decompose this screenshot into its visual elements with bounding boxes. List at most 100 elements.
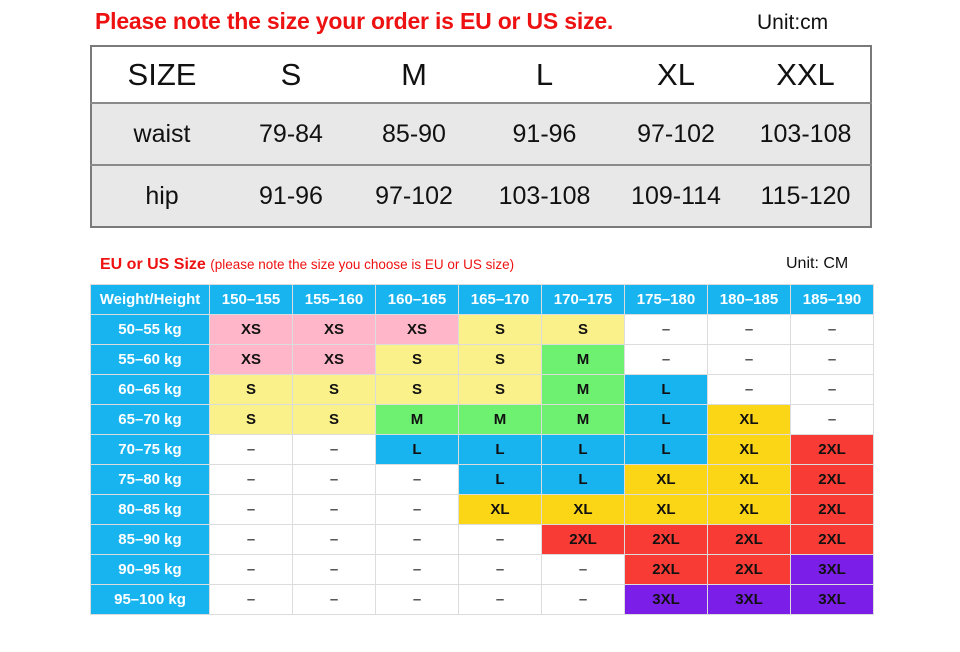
matrix-cell-r9-c3: –: [376, 555, 458, 584]
matrix-cell-r2-c1: XS: [210, 345, 292, 374]
matrix-cell-r4-c5: M: [542, 405, 624, 434]
matrix-cell-r5-c8: 2XL: [791, 435, 873, 464]
matrix-cell-r9-c8: 3XL: [791, 555, 873, 584]
matrix-row: 90–95 kg – – – – –2XL 2XL 3XL: [91, 555, 873, 584]
matrix-height-header-1: 150–155: [210, 285, 292, 314]
matrix-weight-label-1: 50–55 kg: [91, 315, 209, 344]
matrix-cell-r8-c6: 2XL: [625, 525, 707, 554]
matrix-cell-r10-c8: 3XL: [791, 585, 873, 614]
matrix-cell-r4-c3: M: [376, 405, 458, 434]
notice-bar: Please note the size your order is EU or…: [0, 8, 960, 38]
matrix-row: 85–90 kg – – – –2XL 2XL 2XL 2XL: [91, 525, 873, 554]
matrix-header-row: Weight/Height 150–155 155–160 160–165 165–17…: [91, 285, 873, 314]
hip-value-l: 103-108: [478, 165, 611, 227]
matrix-cell-r6-c2: –: [293, 465, 375, 494]
matrix-weight-label-8: 85–90 kg: [91, 525, 209, 554]
matrix-cell-r4-c7: XL: [708, 405, 790, 434]
matrix-cell-r2-c3: S: [376, 345, 458, 374]
matrix-cell-r1-c5: S: [542, 315, 624, 344]
size-table-header-m: M: [350, 46, 478, 104]
matrix-cell-r3-c3: S: [376, 375, 458, 404]
matrix-weight-label-4: 65–70 kg: [91, 405, 209, 434]
matrix-cell-r3-c2: S: [293, 375, 375, 404]
matrix-cell-r10-c6: 3XL: [625, 585, 707, 614]
row-label-waist: waist: [91, 103, 232, 166]
matrix-height-header-7: 180–185: [708, 285, 790, 314]
hip-value-xxl: 115-120: [741, 165, 871, 227]
matrix-cell-r10-c5: –: [542, 585, 624, 614]
eu-us-size-caption: EU or US Size (please note the size you …: [100, 256, 514, 274]
matrix-cell-r4-c2: S: [293, 405, 375, 434]
matrix-corner-label: Weight/Height: [91, 285, 209, 314]
matrix-cell-r7-c5: XL: [542, 495, 624, 524]
matrix-cell-r9-c7: 2XL: [708, 555, 790, 584]
matrix-row: 60–65 kg S S S S M L – –: [91, 375, 873, 404]
unit-label-top: Unit:cm: [757, 11, 829, 34]
hip-value-m: 97-102: [350, 165, 478, 227]
matrix-cell-r1-c4: S: [459, 315, 541, 344]
matrix-cell-r7-c4: XL: [459, 495, 541, 524]
matrix-weight-label-10: 95–100 kg: [91, 585, 209, 614]
matrix-weight-label-7: 80–85 kg: [91, 495, 209, 524]
matrix-height-header-5: 170–175: [542, 285, 624, 314]
size-table-header-row: SIZE S M L XL XXL: [91, 46, 871, 104]
hip-value-xl: 109-114: [611, 165, 741, 227]
matrix-cell-r9-c1: –: [210, 555, 292, 584]
size-table-row-waist: waist 79-84 85-90 91-96 97-102 103-108: [91, 103, 871, 166]
matrix-weight-label-3: 60–65 kg: [91, 375, 209, 404]
matrix-cell-r4-c4: M: [459, 405, 541, 434]
matrix-cell-r3-c6: L: [625, 375, 707, 404]
matrix-cell-r6-c5: L: [542, 465, 624, 494]
matrix-height-header-3: 160–165: [376, 285, 458, 314]
size-table-row-hip: hip 91-96 97-102 103-108 109-114 115-120: [91, 165, 871, 227]
weight-height-size-matrix: Weight/Height 150–155 155–160 160–165 165–17…: [90, 284, 874, 615]
matrix-cell-r6-c3: –: [376, 465, 458, 494]
size-table-header-xxl: XXL: [741, 46, 871, 104]
matrix-cell-r1-c7: –: [708, 315, 790, 344]
matrix-cell-r5-c5: L: [542, 435, 624, 464]
matrix-cell-r6-c8: 2XL: [791, 465, 873, 494]
unit-label-bottom: Unit: CM: [786, 255, 849, 272]
matrix-cell-r6-c4: L: [459, 465, 541, 494]
size-table-header-s: S: [232, 46, 350, 104]
size-notice-text: Please note the size your order is EU or…: [95, 8, 614, 34]
matrix-cell-r2-c7: –: [708, 345, 790, 374]
matrix-row: 65–70 kg S S M M M L XL –: [91, 405, 873, 434]
matrix-cell-r6-c1: –: [210, 465, 292, 494]
matrix-cell-r8-c1: –: [210, 525, 292, 554]
matrix-cell-r3-c8: –: [791, 375, 873, 404]
matrix-weight-label-5: 70–75 kg: [91, 435, 209, 464]
matrix-cell-r3-c1: S: [210, 375, 292, 404]
matrix-cell-r6-c6: XL: [625, 465, 707, 494]
waist-value-xl: 97-102: [611, 103, 741, 166]
matrix-cell-r8-c4: –: [459, 525, 541, 554]
matrix-cell-r5-c7: XL: [708, 435, 790, 464]
matrix-row: 95–100 kg – – – – –3XL 3XL 3XL: [91, 585, 873, 614]
matrix-row: 55–60 kg XS XS S S M – – –: [91, 345, 873, 374]
size-table-header-size: SIZE: [91, 46, 232, 104]
size-table-header-xl: XL: [611, 46, 741, 104]
matrix-body: Weight/Height 150–155 155–160 160–165 165–17…: [91, 285, 873, 614]
matrix-cell-r2-c5: M: [542, 345, 624, 374]
matrix-cell-r5-c6: L: [625, 435, 707, 464]
matrix-height-header-8: 185–190: [791, 285, 873, 314]
matrix-cell-r5-c1: –: [210, 435, 292, 464]
matrix-row: 70–75 kg – – L L L L XL 2XL: [91, 435, 873, 464]
matrix-cell-r2-c4: S: [459, 345, 541, 374]
matrix-cell-r10-c1: –: [210, 585, 292, 614]
matrix-cell-r9-c5: –: [542, 555, 624, 584]
matrix-cell-r3-c5: M: [542, 375, 624, 404]
matrix-cell-r9-c2: –: [293, 555, 375, 584]
matrix-cell-r10-c4: –: [459, 585, 541, 614]
matrix-weight-label-6: 75–80 kg: [91, 465, 209, 494]
eu-us-size-caption-strong: EU or US Size: [100, 256, 206, 273]
matrix-cell-r1-c6: –: [625, 315, 707, 344]
matrix-cell-r2-c2: XS: [293, 345, 375, 374]
matrix-cell-r1-c8: –: [791, 315, 873, 344]
matrix-cell-r7-c2: –: [293, 495, 375, 524]
matrix-cell-r5-c4: L: [459, 435, 541, 464]
waist-hip-size-table: SIZE S M L XL XXL waist 79-84 85-90 91-9…: [90, 45, 872, 228]
matrix-cell-r4-c1: S: [210, 405, 292, 434]
matrix-cell-r8-c8: 2XL: [791, 525, 873, 554]
size-table-header-l: L: [478, 46, 611, 104]
